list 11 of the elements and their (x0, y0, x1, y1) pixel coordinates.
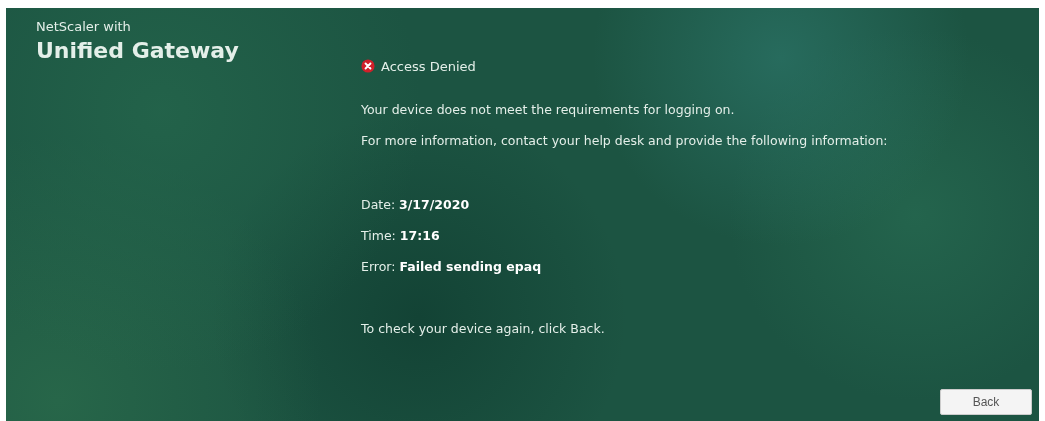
message-title: Access Denied (381, 58, 476, 74)
back-button[interactable]: Back (940, 389, 1032, 415)
detail-line: Error: Failed sending epaq (361, 258, 543, 276)
message-text: Your device does not meet the requirements for logging on. (361, 101, 736, 119)
brand-title: Unified Gateway (36, 37, 240, 65)
error-icon (361, 59, 375, 73)
message-text: For more information, contact your help desk and provide the following information: (361, 132, 889, 150)
detail-line: Date: 3/17/2020 (361, 196, 471, 214)
brand-subtitle: NetScaler with (36, 18, 132, 36)
detail-line: Time: 17:16 (361, 227, 441, 245)
instruction-text: To check your device again, click Back. (361, 320, 606, 338)
